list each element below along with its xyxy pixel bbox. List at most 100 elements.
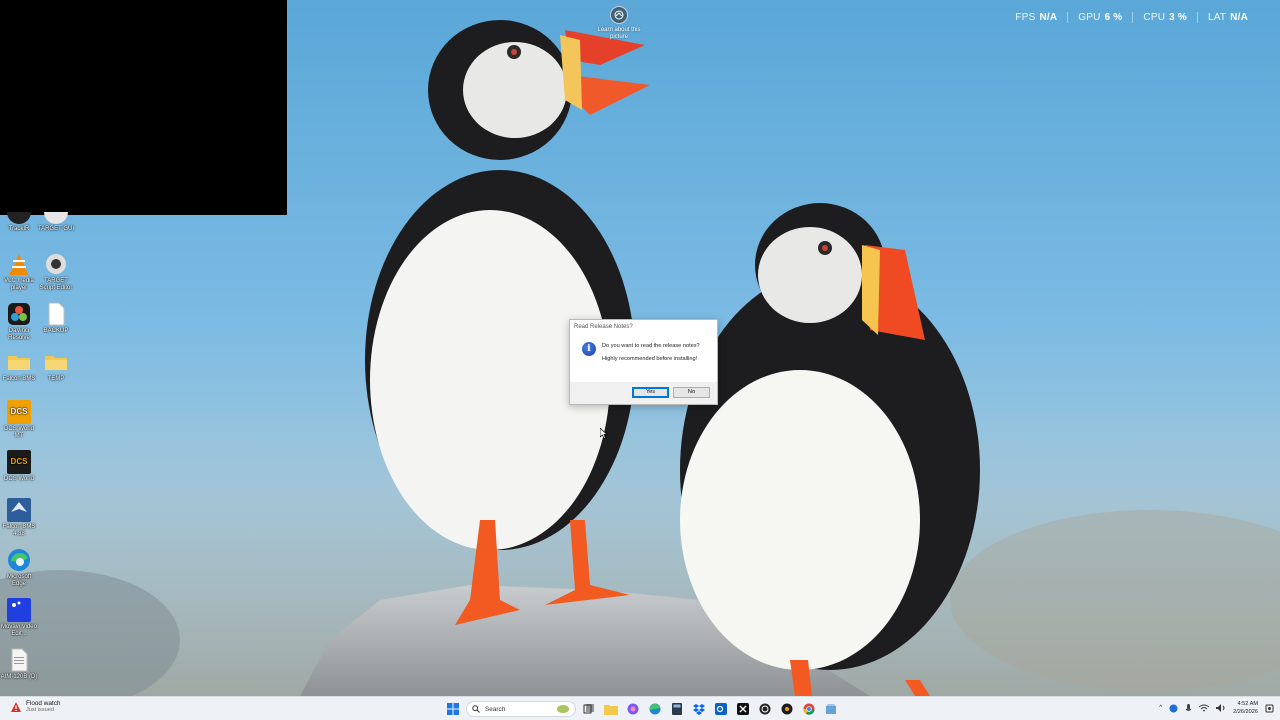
- document-icon: [44, 302, 68, 326]
- desktop-icon-aim[interactable]: AIM-120B (D): [0, 648, 38, 681]
- desktop-icon-label: BACKUP: [43, 328, 69, 334]
- taskbar-edge[interactable]: [646, 700, 664, 718]
- release-notes-dialog: Read Release Notes? i Do you want to rea…: [569, 319, 718, 405]
- desktop-icon-label: TEMP: [47, 376, 65, 382]
- dialog-footer: Yes No: [570, 382, 717, 404]
- spotlight-label: Learn about this picture: [597, 27, 641, 40]
- warning-icon: [11, 701, 21, 712]
- vlc-icon: [7, 252, 31, 276]
- taskbar-search[interactable]: Search: [466, 701, 576, 717]
- dialog-message: Do you want to read the release notes? H…: [602, 340, 700, 382]
- weather-title: Flood watch: [26, 700, 61, 707]
- search-placeholder: Search: [485, 705, 506, 713]
- windows-icon: [447, 703, 459, 715]
- taskbar-file-explorer[interactable]: [602, 700, 620, 718]
- movavi-icon: [7, 598, 31, 622]
- desktop-icon-label: Microsoft Edge: [6, 574, 32, 587]
- document-icon: [7, 648, 31, 672]
- search-highlight-icon: [557, 705, 569, 713]
- clock-date: 2/26/2026: [1233, 709, 1258, 715]
- edge-icon: [649, 703, 661, 715]
- perf-lat: LAT N/A: [1196, 12, 1258, 23]
- dialog-message-line2: Highly recommended before installing!: [602, 356, 698, 362]
- desktop-icon-movavi[interactable]: Movavi Video Edit...: [0, 598, 38, 638]
- folder-icon: [7, 350, 31, 374]
- wifi-icon[interactable]: [1199, 704, 1210, 712]
- desktop-icon-vlc[interactable]: VLC media player: [0, 252, 38, 292]
- desktop-icon-target-script[interactable]: TARGET Script Editor: [37, 252, 75, 292]
- desktop-icon-label: Falcon BMS 4.38: [2, 524, 36, 537]
- desktop-icon-dcs[interactable]: DCS DCS World: [0, 450, 38, 483]
- calculator-icon: [672, 703, 682, 715]
- weather-sub: Just issued: [26, 707, 54, 713]
- taskbar-installer[interactable]: [822, 700, 840, 718]
- desktop-icon-trackir[interactable]: TrackIR: [0, 212, 38, 233]
- performance-overlay: FPS N/A GPU 6 % CPU 3 % LAT N/A: [1005, 12, 1258, 23]
- desktop-icon-label: TARGET GUI: [37, 226, 75, 232]
- task-view-button[interactable]: [580, 700, 598, 718]
- installer-icon: [826, 704, 836, 714]
- desktop-icon-label: TrackIR: [8, 226, 30, 232]
- taskbar-copilot[interactable]: [624, 700, 642, 718]
- taskbar-dropbox[interactable]: [690, 700, 708, 718]
- black-overlay: [0, 0, 287, 215]
- taskbar-capcut[interactable]: [734, 700, 752, 718]
- system-tray: ^ 4:52 AM 2/26/2026: [1159, 700, 1274, 716]
- perf-fps: FPS N/A: [1015, 12, 1058, 23]
- notification-icon[interactable]: [1265, 704, 1274, 713]
- desktop-icon-label: TARGET Script Editor: [39, 278, 73, 291]
- desktop-icon-label: Falcon BMS: [2, 376, 36, 382]
- edge-icon: [7, 548, 31, 572]
- trackir-icon: [7, 212, 31, 224]
- perf-cpu: CPU 3 %: [1132, 12, 1197, 23]
- start-button[interactable]: [444, 700, 462, 718]
- chrome-icon: [803, 703, 815, 715]
- dialog-body: i Do you want to read the release notes?…: [570, 334, 717, 382]
- folder-icon: [44, 350, 68, 374]
- learn-about-picture-button[interactable]: Learn about this picture: [596, 6, 642, 41]
- dcs-icon: DCS: [7, 450, 31, 474]
- taskbar-app-dark[interactable]: [778, 700, 796, 718]
- desktop-icon-label: AIM-120B (D): [0, 674, 38, 680]
- camera-icon: [610, 6, 628, 24]
- yes-button[interactable]: Yes: [632, 387, 669, 398]
- search-icon: [472, 705, 480, 713]
- microphone-icon[interactable]: [1185, 703, 1192, 713]
- taskbar-clock[interactable]: 4:52 AM 2/26/2026: [1233, 700, 1258, 716]
- taskbar-obs[interactable]: [756, 700, 774, 718]
- chevron-up-icon[interactable]: ^: [1159, 705, 1162, 711]
- volume-icon[interactable]: [1216, 704, 1226, 712]
- desktop-icon-falcon-folder[interactable]: Falcon BMS: [0, 350, 38, 383]
- info-icon: i: [582, 342, 596, 356]
- taskbar: Flood watch Just issued Search ^ 4:52 AM…: [0, 696, 1280, 720]
- perf-gpu: GPU 6 %: [1067, 12, 1132, 23]
- desktop-icon-target-gui[interactable]: TARGET GUI: [37, 212, 75, 233]
- dcs-icon: DCS: [7, 400, 31, 424]
- outlook-icon: [715, 703, 727, 715]
- taskbar-calculator[interactable]: [668, 700, 686, 718]
- folder-icon: [604, 705, 618, 715]
- desktop-icon-dcs-mt[interactable]: DCS DCS World MT: [0, 400, 38, 440]
- desktop-icon-label: DCS World: [4, 476, 34, 482]
- bluetooth-icon[interactable]: [1169, 704, 1178, 713]
- taskbar-chrome[interactable]: [800, 700, 818, 718]
- clock-time: 4:52 AM: [1237, 701, 1258, 707]
- mouse-cursor-icon: [599, 426, 608, 444]
- task-view-icon: [583, 704, 594, 714]
- capcut-icon: [737, 703, 749, 715]
- target-gui-icon: [44, 212, 68, 224]
- desktop-icon-edge[interactable]: Microsoft Edge: [0, 548, 38, 588]
- taskbar-outlook[interactable]: [712, 700, 730, 718]
- davinci-icon: [7, 302, 31, 326]
- desktop-icon-backup[interactable]: BACKUP: [37, 302, 75, 335]
- copilot-icon: [627, 703, 639, 715]
- desktop-icon-label: Movavi Video Edit...: [1, 624, 37, 637]
- no-button[interactable]: No: [673, 387, 710, 398]
- desktop-icon-falcon-bms[interactable]: Falcon BMS 4.38: [0, 498, 38, 538]
- desktop-icon-label: VLC media player: [4, 278, 34, 291]
- taskbar-apps: Search: [444, 700, 840, 718]
- desktop-icon-temp-folder[interactable]: TEMP: [37, 350, 75, 383]
- bms-icon: [7, 498, 31, 522]
- desktop-icon-davinci[interactable]: DaVinci Resolve: [0, 302, 38, 342]
- weather-widget[interactable]: Flood watch Just issued: [10, 700, 60, 713]
